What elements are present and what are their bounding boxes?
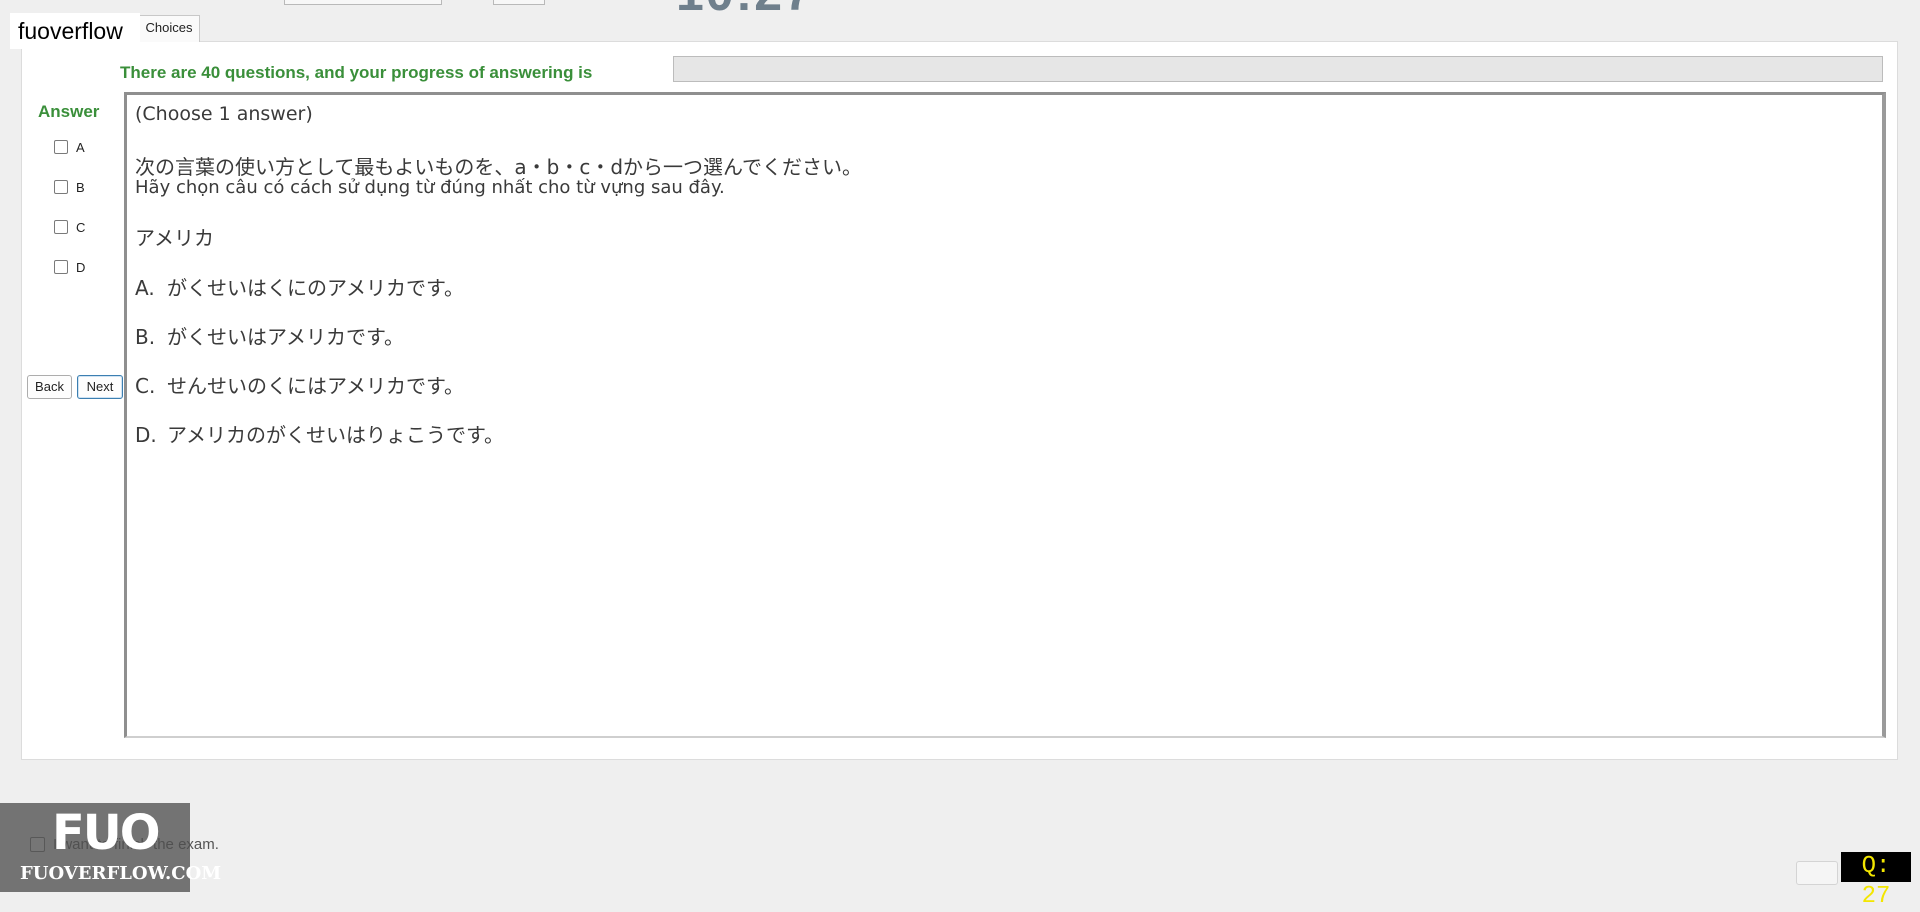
top-select-field[interactable]: [284, 0, 442, 5]
timer: 10:27: [676, 0, 814, 22]
option-text: せんせいのくにはアメリカです。: [167, 374, 464, 398]
checkbox[interactable]: [54, 140, 68, 154]
question-prompt-jp: 次の言葉の使い方として最もよいものを、a・b・c・dから一つ選んでください。: [135, 155, 863, 179]
question-word: アメリカ: [135, 226, 214, 250]
answer-option-label: C: [76, 219, 86, 235]
question-counter: Q: 27: [1841, 852, 1911, 910]
checkbox[interactable]: [54, 260, 68, 274]
answer-option-c[interactable]: C: [54, 217, 85, 237]
logo-mark: FUO: [52, 805, 161, 861]
answer-option-b[interactable]: B: [54, 177, 85, 197]
answer-option-a[interactable]: A: [54, 137, 85, 157]
option-text: がくせいはくにのアメリカです。: [167, 276, 464, 300]
tab-choices[interactable]: Choices: [138, 15, 200, 42]
hidden-button[interactable]: [1796, 861, 1838, 885]
checkbox[interactable]: [54, 180, 68, 194]
option-letter: C.: [135, 374, 156, 398]
question-option-c: C. せんせいのくにはアメリカです。: [135, 370, 464, 399]
option-letter: D.: [135, 423, 157, 447]
next-button[interactable]: Next: [77, 375, 123, 399]
answer-option-label: A: [76, 139, 85, 155]
question-option-d: D. アメリカのがくせいはりょこうです。: [135, 419, 504, 448]
back-button[interactable]: Back: [27, 375, 72, 399]
option-letter: A.: [135, 276, 155, 300]
answer-label: Answer: [38, 102, 100, 121]
question-prompt-vi: Hãy chọn câu có cách sử dụng từ đúng nhấ…: [135, 177, 725, 198]
logo-text: FUOVERFLOW.COM: [20, 863, 222, 884]
watermark: fuoverflow: [10, 13, 140, 49]
top-small-field[interactable]: [493, 0, 545, 5]
answer-option-label: D: [76, 259, 86, 275]
question-option-a: A. がくせいはくにのアメリカです。: [135, 272, 464, 301]
checkbox[interactable]: [54, 220, 68, 234]
option-text: アメリカのがくせいはりょこうです。: [167, 423, 504, 447]
option-letter: B.: [135, 325, 156, 349]
option-text: がくせいはアメリカです。: [167, 325, 404, 349]
progress-bar: [673, 56, 1883, 82]
question-option-b: B. がくせいはアメリカです。: [135, 321, 404, 350]
answer-option-label: B: [76, 179, 85, 195]
progress-label: There are 40 questions, and your progres…: [120, 63, 593, 82]
fuoverflow-logo: FUO FUOVERFLOW.COM: [0, 803, 221, 892]
question-instruction: (Choose 1 answer): [135, 103, 313, 125]
answer-option-d[interactable]: D: [54, 257, 85, 277]
